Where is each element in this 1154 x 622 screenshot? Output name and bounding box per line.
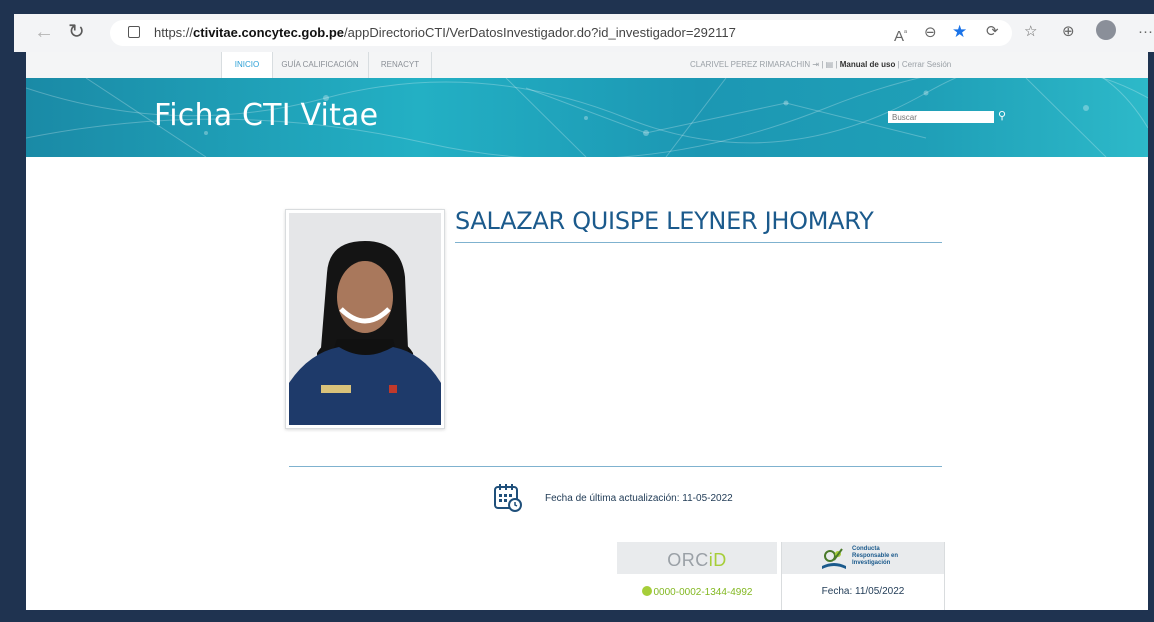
user-bar: CLARIVEL PEREZ RIMARACHIN ⇥ | ▤ | Manual… [690,60,952,69]
tab-inicio[interactable]: INICIO [221,52,273,78]
search-input[interactable] [888,111,994,123]
manual-link[interactable]: Manual de uso [840,60,896,69]
researcher-name: SALAZAR QUISPE LEYNER JHOMARY [455,207,874,235]
header-banner: Ficha CTI Vitae ⚲ [26,78,1148,157]
profile-icon[interactable] [1096,20,1116,40]
last-update-label: Fecha de última actualización: 11-05-202… [545,493,733,504]
extensions-icon[interactable]: ⟳ [986,22,999,42]
cri-label: Conducta Responsable en Investigación [852,546,899,566]
orcid-id-icon [641,586,652,596]
top-subnav: INICIO GUÍA CALIFICACIÓN RENACYT CLARIVE… [26,52,1148,79]
reload-icon[interactable]: ↻ [68,20,85,44]
page-viewport: INICIO GUÍA CALIFICACIÓN RENACYT CLARIVE… [26,52,1148,610]
user-name: CLARIVEL PEREZ RIMARACHIN [690,60,811,69]
address-bar[interactable]: https://ctivitae.concytec.gob.pe/appDire… [110,20,1012,46]
orcid-card[interactable]: ORCiD 0000-0002-1344-4992 [617,542,777,610]
cri-date: Fecha: 11/05/2022 [821,586,905,597]
url-text[interactable]: https://ctivitae.concytec.gob.pe/appDire… [154,25,736,40]
favorites-list-icon[interactable]: ☆ [1024,22,1037,42]
back-arrow-icon[interactable]: ← [34,20,54,44]
zoom-icon[interactable]: ⊖ [924,23,937,43]
profile-photo-frame [285,209,445,429]
profile-photo [289,213,441,425]
user-switch-icon[interactable]: ⇥ [812,60,819,69]
name-divider [455,242,942,243]
collections-icon[interactable]: ⊕ [1062,22,1075,42]
cri-logo-icon [822,548,846,569]
tab-guia-calificacion[interactable]: GUÍA CALIFICACIÓN [272,52,369,78]
calendar-clock-icon [494,484,522,512]
lock-icon[interactable] [128,26,140,38]
more-icon[interactable]: ··· [1138,22,1153,42]
section-divider [289,466,942,467]
browser-toolbar: ← ↻ https://ctivitae.concytec.gob.pe/app… [14,14,1154,52]
url-path: /appDirectorioCTI/VerDatosInvestigador.d… [344,25,736,40]
url-domain: ctivitae.concytec.gob.pe [193,25,345,40]
page-title: Ficha CTI Vitae [154,98,379,133]
tab-renacyt[interactable]: RENACYT [369,52,432,78]
orcid-logo: ORCiD [667,550,727,570]
read-aloud-icon[interactable]: Aᵃ [894,23,907,47]
url-prefix: https:// [154,25,194,40]
manual-icon[interactable]: ▤ [826,60,834,69]
favorite-star-icon[interactable]: ★ [952,22,967,42]
cri-card[interactable]: Conducta Responsable en Investigación Fe… [781,542,945,610]
search-icon[interactable]: ⚲ [994,108,1010,124]
orcid-id-link[interactable]: 0000-0002-1344-4992 [617,586,777,598]
logout-link[interactable]: Cerrar Sesión [902,60,951,69]
